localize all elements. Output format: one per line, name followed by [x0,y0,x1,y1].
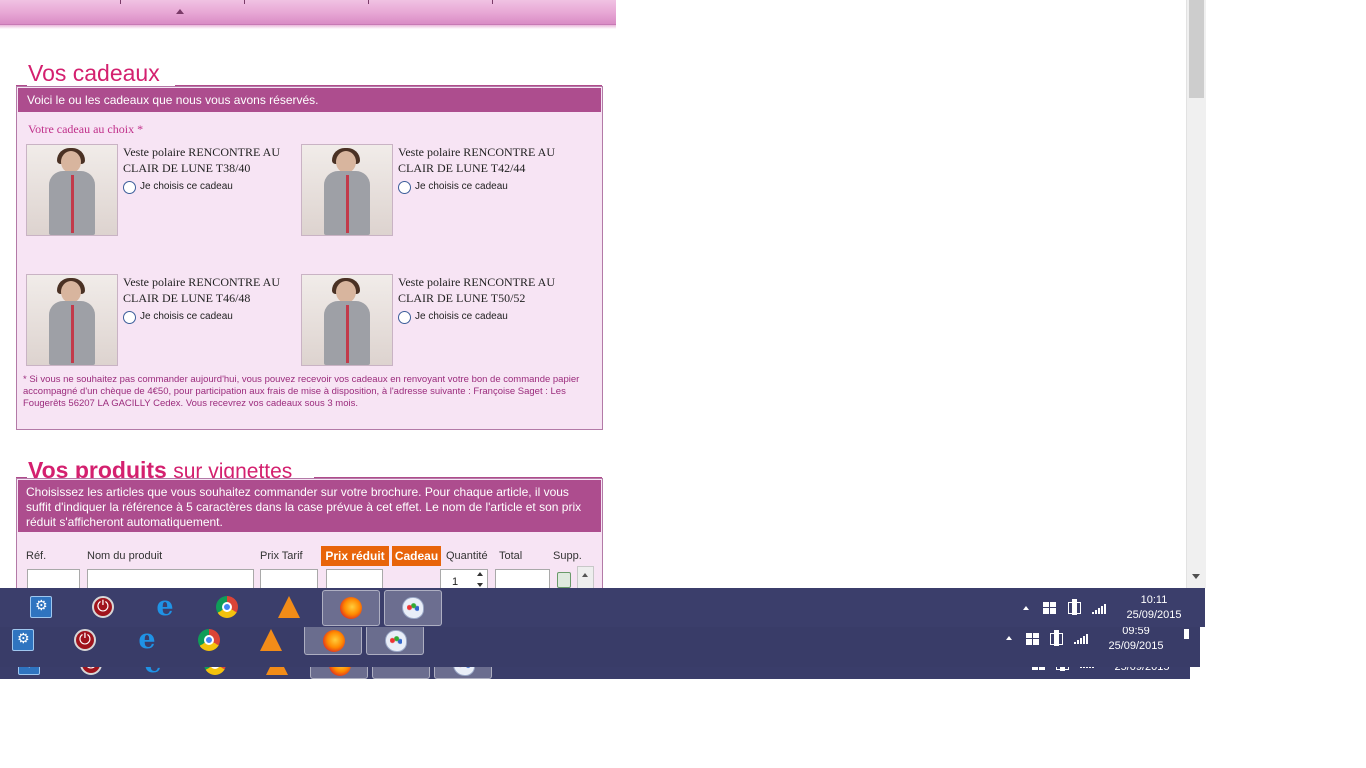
nav-separator [120,0,121,4]
taskbar-item[interactable] [322,590,380,626]
vlc-icon [260,629,282,651]
taskbar-item[interactable] [84,592,120,622]
tray-expand-icon[interactable] [1023,606,1029,610]
nav-separator [244,0,245,4]
power-icon [92,596,114,618]
gift-item: Veste polaire RENCONTRE AU CLAIR DE LUNE… [301,144,571,236]
power-plug-icon[interactable] [1050,630,1063,646]
taskbar-item[interactable]: e [128,625,164,655]
top-navigation-bar [0,0,616,25]
taskbar-item[interactable] [366,625,424,655]
quantity-down-icon[interactable] [477,583,483,587]
gift-product-name: Veste polaire RENCONTRE AU CLAIR DE LUNE… [123,275,280,305]
gifts-panel: Voici le ou les cadeaux que nous vous av… [16,86,603,430]
network-signal-icon[interactable] [1074,634,1088,644]
chrome-icon [198,629,220,651]
power-plug-icon[interactable] [1068,599,1081,615]
gift-product-name: Veste polaire RENCONTRE AU CLAIR DE LUNE… [123,145,280,175]
chrome-icon [216,596,238,618]
internet-explorer-icon: e [156,591,174,622]
taskbar-item[interactable]: e [146,592,182,622]
internet-explorer-icon: e [138,624,156,655]
gift-item: Veste polaire RENCONTRE AU CLAIR DE LUNE… [26,144,296,236]
clock-date: 25/09/2015 [1108,640,1164,652]
gift-product-image [26,144,118,236]
taskbar-item[interactable] [190,625,226,655]
gift-item: Veste polaire RENCONTRE AU CLAIR DE LUNE… [26,274,296,366]
products-panel-header: Choisissez les articles que vous souhait… [18,480,601,532]
gift-radio-label[interactable]: Je choisis ce cadeau [415,311,508,323]
firefox-icon [340,597,362,619]
clock[interactable]: 09:59 25/09/2015 [1101,624,1171,654]
column-header-name: Nom du produit [87,550,163,562]
gift-product-name: Veste polaire RENCONTRE AU CLAIR DE LUNE… [398,275,555,305]
taskbar-item[interactable] [22,592,58,622]
taskbar-item[interactable] [304,625,362,655]
taskbar-item[interactable] [66,625,102,655]
firefox-icon [323,630,345,652]
taskbar-item[interactable] [384,590,442,626]
column-header-gift: Cadeau [392,546,441,566]
gift-product-image [301,144,393,236]
network-signal-icon[interactable] [1092,604,1106,614]
gift-radio-label[interactable]: Je choisis ce cadeau [140,181,233,193]
trash-icon[interactable] [557,572,571,588]
action-center-flag-icon[interactable] [1026,633,1039,645]
paint-icon [402,597,424,619]
taskbar-item[interactable] [4,625,40,655]
taskbar-ghost-1: e 09:59 25/09/2015 [0,622,1200,667]
gifts-panel-header: Voici le ou les cadeaux que nous vous av… [18,88,601,112]
settings-icon [30,596,52,618]
nav-separator [492,0,493,4]
taskbar-item[interactable] [252,625,288,655]
gift-product-image [26,274,118,366]
gift-item: Veste polaire RENCONTRE AU CLAIR DE LUNE… [301,274,571,366]
clock[interactable]: 10:11 25/09/2015 [1119,593,1189,623]
column-header-remove: Supp. [553,550,582,562]
gifts-section-title: Vos cadeaux [28,60,160,86]
gift-radio-button[interactable] [398,181,411,194]
paint-icon [385,630,407,652]
gift-radio-label[interactable]: Je choisis ce cadeau [140,311,233,323]
show-desktop-button[interactable] [1184,629,1189,639]
gifts-footnote: * Si vous ne souhaitez pas commander auj… [23,374,580,409]
gift-radio-label[interactable]: Je choisis ce cadeau [415,181,508,193]
action-center-flag-icon[interactable] [1043,602,1056,614]
gift-radio-button[interactable] [398,311,411,324]
scroll-up-icon[interactable] [582,573,588,577]
gift-radio-button[interactable] [123,311,136,324]
column-header-quantity: Quantité [446,550,488,562]
gift-product-image [301,274,393,366]
clock-time: 10:11 [1140,594,1168,606]
taskbar-item[interactable] [208,592,244,622]
gift-product-name: Veste polaire RENCONTRE AU CLAIR DE LUNE… [398,145,555,175]
quantity-up-icon[interactable] [477,572,483,576]
active-nav-indicator-icon [176,9,184,14]
column-header-price: Prix Tarif [260,550,303,562]
gift-radio-button[interactable] [123,181,136,194]
column-header-total: Total [499,550,523,562]
taskbar-item[interactable] [270,592,306,622]
products-panel: Choisissez les articles que vous souhait… [16,478,603,595]
settings-icon [12,629,34,651]
clock-date: 25/09/2015 [1126,609,1182,621]
taskbar: e 10:11 25/09/2015 [0,588,1205,627]
scrollbar-thumb[interactable] [1189,0,1204,98]
tray-expand-icon[interactable] [1006,636,1012,640]
quantity-value: 1 [452,576,459,588]
nav-shadow [0,25,616,29]
vlc-icon [278,596,300,618]
page-scrollbar[interactable] [1186,0,1206,588]
nav-separator [368,0,369,4]
power-icon [74,629,96,651]
gift-choice-label: Votre cadeau au choix * [28,122,144,136]
scroll-down-icon[interactable] [1192,574,1200,579]
column-header-reduced-price: Prix réduit [321,546,389,566]
column-header-ref: Réf. [26,550,47,562]
